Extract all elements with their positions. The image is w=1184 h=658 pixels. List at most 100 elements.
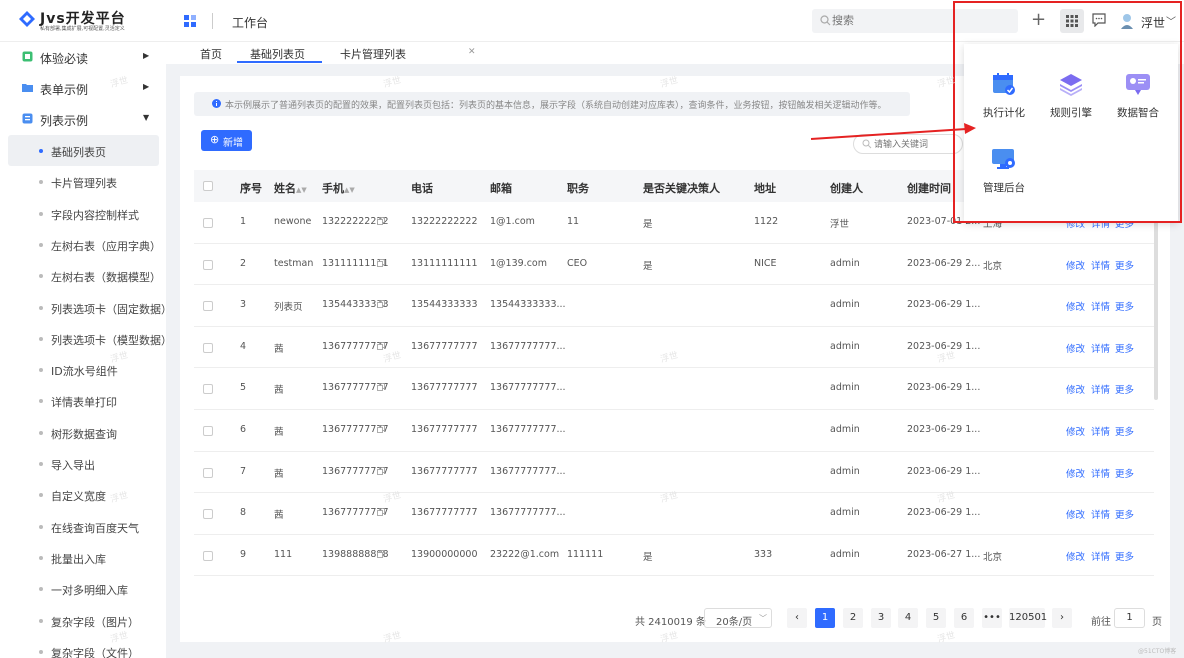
detail-link[interactable]: 详情 [1091,341,1110,355]
pager-ellipsis[interactable]: ••• [982,608,1002,628]
select-all-checkbox[interactable] [203,181,213,191]
table-row[interactable]: 3 列表页 13544333333 13544333333 13544333333...… [194,285,1154,327]
edit-link[interactable]: 修改 [1066,549,1085,563]
table-row[interactable]: 6 茜 13677777777 13677777777 13677777777... ad… [194,410,1154,452]
sidebar-subitem[interactable]: 复杂字段（文件） [8,636,159,658]
copy-icon[interactable] [377,549,385,558]
sidebar-subitem[interactable]: 列表选项卡（模型数据） [8,323,172,354]
sidebar-group-list[interactable]: 列表示例 ▼ [0,104,166,135]
next-page-button[interactable]: › [1052,608,1072,628]
prev-page-button[interactable]: ‹ [787,608,807,628]
row-checkbox[interactable] [203,384,213,395]
goto-page-input[interactable]: 1 [1114,608,1145,628]
workbench-icon[interactable] [184,15,196,27]
row-checkbox[interactable] [203,342,213,353]
page-size-select[interactable]: 20条/页 ﹀ [704,608,772,628]
edit-link[interactable]: 修改 [1066,424,1085,438]
keyword-input[interactable] [874,137,960,151]
sidebar-subitem[interactable]: 导入导出 [8,448,159,479]
page-button[interactable]: 6 [954,608,974,628]
page-button[interactable]: 2 [843,608,863,628]
sidebar-subitem[interactable]: 详情表单打印 [8,385,159,416]
page-button[interactable]: 3 [871,608,891,628]
detail-link[interactable]: 详情 [1091,258,1110,272]
sidebar-subitem[interactable]: 在线查询百度天气 [8,511,159,542]
more-link[interactable]: 更多 [1115,258,1134,272]
table-row[interactable]: 5 茜 13677777777 13677777777 13677777777... ad… [194,368,1154,410]
detail-link[interactable]: 详情 [1091,507,1110,521]
tab-home[interactable]: 首页 [200,46,222,62]
edit-link[interactable]: 修改 [1066,258,1085,272]
sidebar-subitem[interactable]: 一对多明细入库 [8,573,159,604]
row-checkbox[interactable] [203,550,213,561]
copy-icon[interactable] [377,258,385,267]
page-button[interactable]: 1 [815,608,835,628]
sidebar-subitem[interactable]: 列表选项卡（固定数据） [8,292,172,323]
search-icon [862,139,872,149]
sidebar-group-guide[interactable]: 体验必读 ▶ [0,42,166,73]
table-cell-addr: NICE [754,257,777,269]
sidebar-subitem[interactable]: 自定义宽度 [8,479,159,510]
col-header[interactable]: 姓名▲▼ [274,180,307,196]
copy-icon[interactable] [377,217,385,225]
row-checkbox[interactable] [203,218,213,228]
detail-link[interactable]: 详情 [1091,549,1110,563]
keyword-search[interactable] [853,134,963,154]
edit-link[interactable]: 修改 [1066,382,1085,396]
page-button[interactable]: 120501 [1009,608,1047,628]
sidebar-subitem[interactable]: 左树右表（应用字典） [8,229,161,260]
row-checkbox[interactable] [203,426,213,436]
table-row[interactable]: 7 茜 13677777777 13677777777 13677777777... ad… [194,452,1154,494]
copy-icon[interactable] [377,508,385,517]
add-button[interactable]: ⊕ 新增 [201,130,252,151]
sidebar-subitem-label: 字段内容控制样式 [51,208,139,222]
copy-icon[interactable] [377,425,385,433]
edit-link[interactable]: 修改 [1066,507,1085,521]
more-link[interactable]: 更多 [1115,424,1134,438]
sidebar-subitem[interactable]: 批量出入库 [8,542,159,573]
tab-basic-list[interactable]: 基础列表页 [250,46,305,62]
row-checkbox[interactable] [203,467,213,478]
more-link[interactable]: 更多 [1115,341,1134,355]
copy-icon[interactable] [377,383,385,392]
sidebar-subitem[interactable]: 左树右表（数据模型） [8,260,161,291]
col-header[interactable]: 手机▲▼ [322,180,355,196]
sidebar-subitem[interactable]: 字段内容控制样式 [8,198,159,229]
row-checkbox[interactable] [203,509,213,520]
detail-link[interactable]: 详情 [1091,299,1110,313]
detail-link[interactable]: 详情 [1091,382,1110,396]
edit-link[interactable]: 修改 [1066,341,1085,355]
copy-icon[interactable] [377,300,385,309]
sidebar-subitem[interactable]: 树形数据查询 [8,417,159,448]
more-link[interactable]: 更多 [1115,466,1134,480]
table-cell-name: 茜 [274,510,284,522]
logo[interactable]: Jvs开发平台 私有部署,集成扩展,可视配置,灵活定义 [18,8,148,34]
table-row[interactable]: 9 111 13988888888 13900000000 23222@1.com 111… [194,535,1154,577]
detail-link[interactable]: 详情 [1091,424,1110,438]
copy-icon[interactable] [377,341,385,350]
row-checkbox[interactable] [203,259,213,270]
sidebar-subitem[interactable]: 复杂字段（图片） [8,605,159,636]
sidebar-subitem[interactable]: ID流水号组件 [8,354,159,385]
more-link[interactable]: 更多 [1115,382,1134,396]
more-link[interactable]: 更多 [1115,549,1134,563]
logo-icon [19,11,35,27]
tab-card-list[interactable]: 卡片管理列表 [340,46,406,62]
sidebar-subitem[interactable]: 基础列表页 [8,135,159,166]
page-button[interactable]: 4 [898,608,918,628]
corner-watermark: @51CTO博客 [1138,648,1177,655]
page-button[interactable]: 5 [926,608,946,628]
sidebar-subitem-label: 列表选项卡（固定数据） [51,302,172,316]
caret-right-icon: ▶ [143,82,150,91]
more-link[interactable]: 更多 [1115,299,1134,313]
copy-icon[interactable] [377,466,385,475]
close-icon[interactable]: ✕ [468,47,476,57]
edit-link[interactable]: 修改 [1066,466,1085,480]
table-row[interactable]: 2 testman 13111111111 13111111111 1@139.com C… [194,244,1154,286]
more-link[interactable]: 更多 [1115,507,1134,521]
row-checkbox[interactable] [203,301,213,312]
edit-link[interactable]: 修改 [1066,299,1085,313]
detail-link[interactable]: 详情 [1091,466,1110,480]
sidebar-group-form[interactable]: 表单示例 ▶ [0,73,166,104]
sidebar-subitem[interactable]: 卡片管理列表 [8,166,159,197]
